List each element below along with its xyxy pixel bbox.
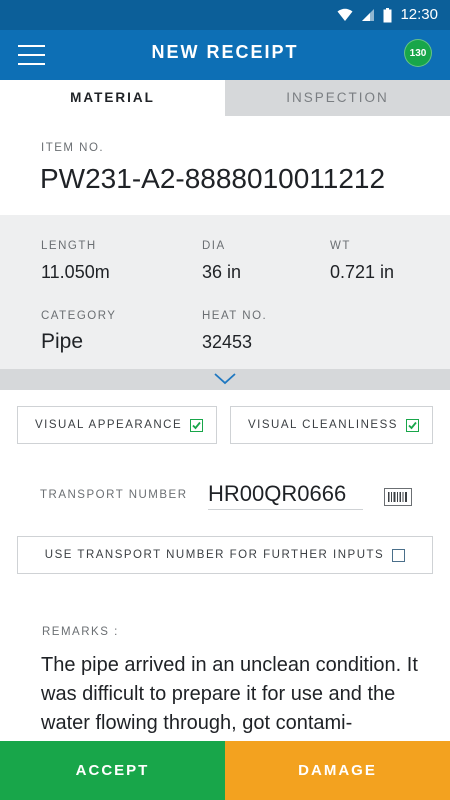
- detail-wt: WT 0.721 in: [330, 240, 394, 283]
- checkbox-empty-icon: [392, 548, 406, 562]
- heat-no-value: 32453: [202, 332, 253, 352]
- length-label: LENGTH: [41, 240, 97, 252]
- signal-icon: [362, 9, 375, 21]
- remarks-textarea[interactable]: The pipe arrived in an unclean condition…: [41, 651, 426, 741]
- visual-appearance-label: VISUAL APPEARANCE: [35, 419, 183, 431]
- item-section: ITEM NO. PW231-A2-8888010011212: [0, 116, 450, 215]
- status-bar: 12:30: [0, 0, 450, 30]
- detail-heat-no: HEAT NO. 32453: [202, 310, 267, 353]
- action-bar: ACCEPT DAMAGE: [0, 741, 450, 800]
- transport-number-input[interactable]: [208, 478, 363, 510]
- item-no-value: PW231-A2-8888010011212: [40, 163, 386, 194]
- dia-label: DIA: [202, 240, 226, 252]
- status-time: 12:30: [400, 6, 438, 23]
- category-value: Pipe: [41, 330, 84, 353]
- status-icons: 12:30: [337, 6, 438, 24]
- detail-category: CATEGORY Pipe: [41, 310, 116, 353]
- wifi-icon: [337, 8, 353, 21]
- chevron-down-icon: [214, 373, 236, 385]
- remarks-label: REMARKS :: [42, 626, 119, 638]
- count-badge[interactable]: 130: [404, 39, 432, 67]
- item-no-label: ITEM NO.: [41, 142, 105, 154]
- visual-cleanliness-label: VISUAL CLEANLINESS: [248, 419, 398, 431]
- checkmark-icon: [405, 418, 419, 432]
- tab-inspection[interactable]: INSPECTION: [225, 80, 450, 116]
- wt-value: 0.721 in: [330, 262, 395, 282]
- wt-label: WT: [330, 240, 351, 252]
- use-transport-number-checkbox[interactable]: USE TRANSPORT NUMBER FOR FURTHER INPUTS: [17, 536, 433, 574]
- category-label: CATEGORY: [41, 310, 117, 322]
- tab-material[interactable]: MATERIAL: [0, 80, 225, 116]
- visual-appearance-checkbox[interactable]: VISUAL APPEARANCE: [17, 406, 217, 444]
- heat-no-label: HEAT NO.: [202, 310, 268, 322]
- checkmark-icon: [190, 418, 204, 432]
- barcode-icon[interactable]: [384, 488, 412, 506]
- detail-length: LENGTH 11.050m: [41, 240, 110, 283]
- transport-number-label: TRANSPORT NUMBER: [40, 489, 188, 501]
- battery-icon: [383, 7, 392, 22]
- app-bar: NEW RECEIPT 130: [0, 30, 450, 80]
- damage-button[interactable]: DAMAGE: [225, 741, 450, 800]
- visual-cleanliness-checkbox[interactable]: VISUAL CLEANLINESS: [230, 406, 433, 444]
- length-value: 11.050m: [41, 262, 110, 282]
- accept-button[interactable]: ACCEPT: [0, 741, 225, 800]
- dia-value: 36 in: [202, 262, 242, 282]
- details-expand-toggle[interactable]: [0, 369, 450, 390]
- tab-bar: MATERIAL INSPECTION: [0, 80, 450, 116]
- detail-dia: DIA 36 in: [202, 240, 241, 283]
- use-transport-number-label: USE TRANSPORT NUMBER FOR FURTHER INPUTS: [44, 549, 385, 561]
- details-panel: LENGTH 11.050m DIA 36 in WT 0.721 in CAT…: [0, 215, 450, 369]
- page-title: NEW RECEIPT: [151, 42, 299, 62]
